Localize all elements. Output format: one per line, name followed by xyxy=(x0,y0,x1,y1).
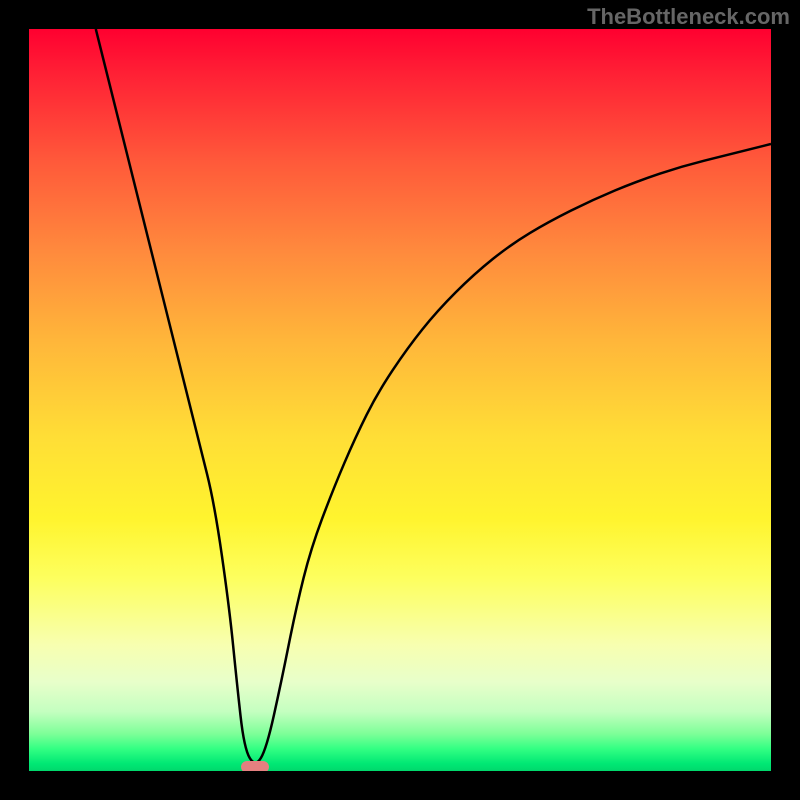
plot-area xyxy=(29,29,771,771)
optimal-point-marker xyxy=(241,761,269,771)
chart-container: TheBottleneck.com xyxy=(0,0,800,800)
watermark-text: TheBottleneck.com xyxy=(587,4,790,30)
bottleneck-curve xyxy=(29,29,771,771)
